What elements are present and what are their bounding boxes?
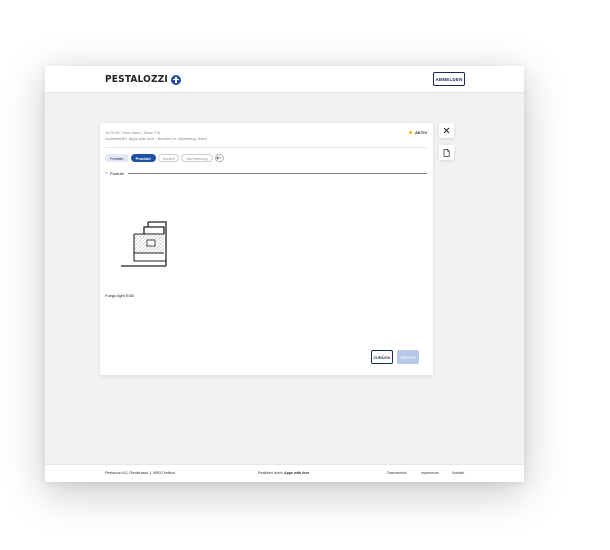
document-button[interactable] xyxy=(439,145,454,160)
footer-link-contact[interactable]: Kontakt xyxy=(452,471,464,475)
step-back-arrow-button[interactable] xyxy=(214,154,224,162)
logo-plus-icon xyxy=(170,74,181,85)
section-header-produkt[interactable]: − Produkt xyxy=(105,170,427,176)
footer: Pestalozzi AG, Riedstrasse 1, 8953 Dieti… xyxy=(45,464,524,482)
logout-button[interactable]: ABMELDEN xyxy=(433,72,465,86)
document-icon xyxy=(443,148,450,157)
next-button[interactable]: WEITER xyxy=(397,350,419,364)
app-window: PESTALOZZI ABMELDEN 18.0129 / Das Haus /… xyxy=(45,66,524,482)
footer-link-imprint[interactable]: Impressum xyxy=(421,471,439,475)
step-produkt[interactable]: Produkt xyxy=(130,154,156,162)
door-frame-profile-icon[interactable] xyxy=(120,221,168,267)
arrow-left-icon xyxy=(216,156,222,160)
close-button[interactable] xyxy=(439,123,454,138)
step-modell[interactable]: Modell xyxy=(157,154,180,162)
footer-powered-by: Realisiert durch Apps with love xyxy=(258,471,309,475)
step-navigation: Fenster Produkt Modell Abmessung xyxy=(105,154,224,162)
logo-text: PESTALOZZI xyxy=(105,74,168,85)
status-badge: AKTIV xyxy=(409,130,427,135)
status-dot-icon xyxy=(409,131,412,134)
status-label: AKTIV xyxy=(415,130,427,135)
back-button[interactable]: ZURÜCK xyxy=(371,350,393,364)
footer-powered-prefix: Realisiert durch xyxy=(258,471,284,475)
footer-address: Pestalozzi AG, Riedstrasse 1, 8953 Dieti… xyxy=(105,471,176,475)
close-icon xyxy=(443,127,450,134)
product-name[interactable]: Fuego light EI30 xyxy=(105,293,134,298)
configurator-card: 18.0129 / Das Haus / Neue Tür Architekt/… xyxy=(100,123,433,375)
collapse-toggle-icon[interactable]: − xyxy=(105,170,108,176)
project-subline: Architekt/Bü. Apps with love / Bauherr.i… xyxy=(105,136,207,141)
step-fenster[interactable]: Fenster xyxy=(105,154,129,162)
pestalozzi-logo[interactable]: PESTALOZZI xyxy=(105,74,181,85)
section-divider-line xyxy=(127,172,427,174)
section-label: Produkt xyxy=(109,170,124,176)
header-divider xyxy=(105,147,427,148)
footer-link-privacy[interactable]: Datenschutz xyxy=(387,471,407,475)
top-navigation-bar: PESTALOZZI ABMELDEN xyxy=(45,66,524,93)
footer-powered-brand[interactable]: Apps with love xyxy=(284,471,309,475)
step-abmessung[interactable]: Abmessung xyxy=(181,154,213,162)
